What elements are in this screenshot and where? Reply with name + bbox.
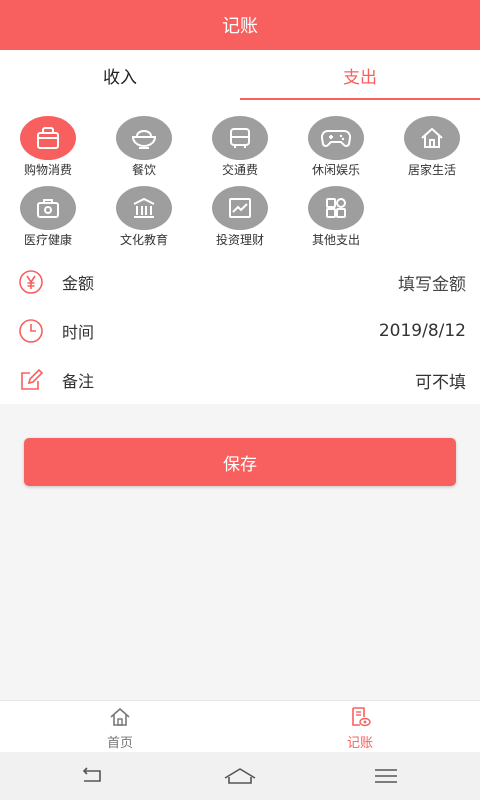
category-label: 文化教育: [119, 233, 168, 247]
category-leisure[interactable]: 休闲娱乐: [288, 116, 384, 177]
category-education[interactable]: 文化教育: [96, 186, 192, 247]
category-home[interactable]: 居家生活: [384, 116, 480, 177]
amount-input[interactable]: 填写金额: [398, 270, 466, 295]
category-investment[interactable]: 投资理财: [192, 186, 288, 247]
category-label: 休闲娱乐: [311, 163, 360, 177]
app-header: 记账: [0, 0, 480, 50]
gamepad-icon: [308, 116, 364, 160]
note-row[interactable]: 备注 可不填: [0, 356, 480, 404]
save-button-label: 保存: [223, 454, 257, 475]
food-bowl-icon: [116, 116, 172, 160]
category-transport[interactable]: 交通费: [192, 116, 288, 177]
tab-income[interactable]: 收入: [0, 50, 240, 100]
house-icon: [404, 116, 460, 160]
page-title: 记账: [222, 16, 258, 37]
category-medical[interactable]: 医疗健康: [0, 186, 96, 247]
home-icon: [109, 707, 131, 731]
category-shopping[interactable]: 购物消费: [0, 116, 96, 177]
chart-icon: [212, 186, 268, 230]
home-system-icon[interactable]: [220, 764, 260, 788]
category-grid: 购物消费 餐饮 交通费 休闲娱乐 居家生活 医疗健康 文化教育 投资理财 其他支…: [0, 100, 480, 258]
nav-bookkeeping-label: 记账: [346, 736, 373, 751]
amount-label: 金额: [62, 274, 95, 293]
nav-bookkeeping[interactable]: 记账: [310, 707, 410, 751]
bus-icon: [212, 116, 268, 160]
nav-home[interactable]: 首页: [70, 707, 170, 751]
shopping-bag-icon: [20, 116, 76, 160]
system-nav-bar: [0, 752, 480, 800]
tab-expense[interactable]: 支出: [240, 50, 480, 100]
back-icon[interactable]: [72, 764, 112, 788]
entry-form: 金额 填写金额 时间 2019/8/12 备注 可不填: [0, 258, 480, 404]
grid-icon: [308, 186, 364, 230]
category-label: 餐饮: [131, 163, 156, 177]
time-label: 时间: [62, 323, 95, 342]
save-button[interactable]: 保存: [24, 438, 456, 486]
note-label: 备注: [62, 372, 95, 391]
category-label: 投资理财: [215, 233, 264, 247]
category-label: 购物消费: [23, 163, 72, 177]
clock-icon: [16, 319, 46, 343]
tab-income-label: 收入: [103, 67, 137, 88]
bottom-nav: 首页 记账: [0, 700, 480, 753]
tab-expense-label: 支出: [343, 67, 377, 88]
type-tabs: 收入 支出: [0, 50, 480, 100]
yen-icon: [16, 270, 46, 294]
time-row[interactable]: 时间 2019/8/12: [0, 307, 480, 355]
category-label: 居家生活: [407, 163, 456, 177]
edit-icon: [16, 368, 46, 392]
medical-kit-icon: [20, 186, 76, 230]
library-icon: [116, 186, 172, 230]
category-other[interactable]: 其他支出: [288, 186, 384, 247]
bookkeeping-icon: [349, 707, 371, 731]
note-input[interactable]: 可不填: [415, 368, 466, 393]
category-label: 医疗健康: [23, 233, 72, 247]
category-food[interactable]: 餐饮: [96, 116, 192, 177]
nav-home-label: 首页: [106, 736, 133, 751]
amount-row[interactable]: 金额 填写金额: [0, 258, 480, 306]
category-label: 其他支出: [311, 233, 360, 247]
date-value[interactable]: 2019/8/12: [379, 321, 466, 341]
menu-icon[interactable]: [366, 764, 406, 788]
category-label: 交通费: [221, 163, 258, 177]
